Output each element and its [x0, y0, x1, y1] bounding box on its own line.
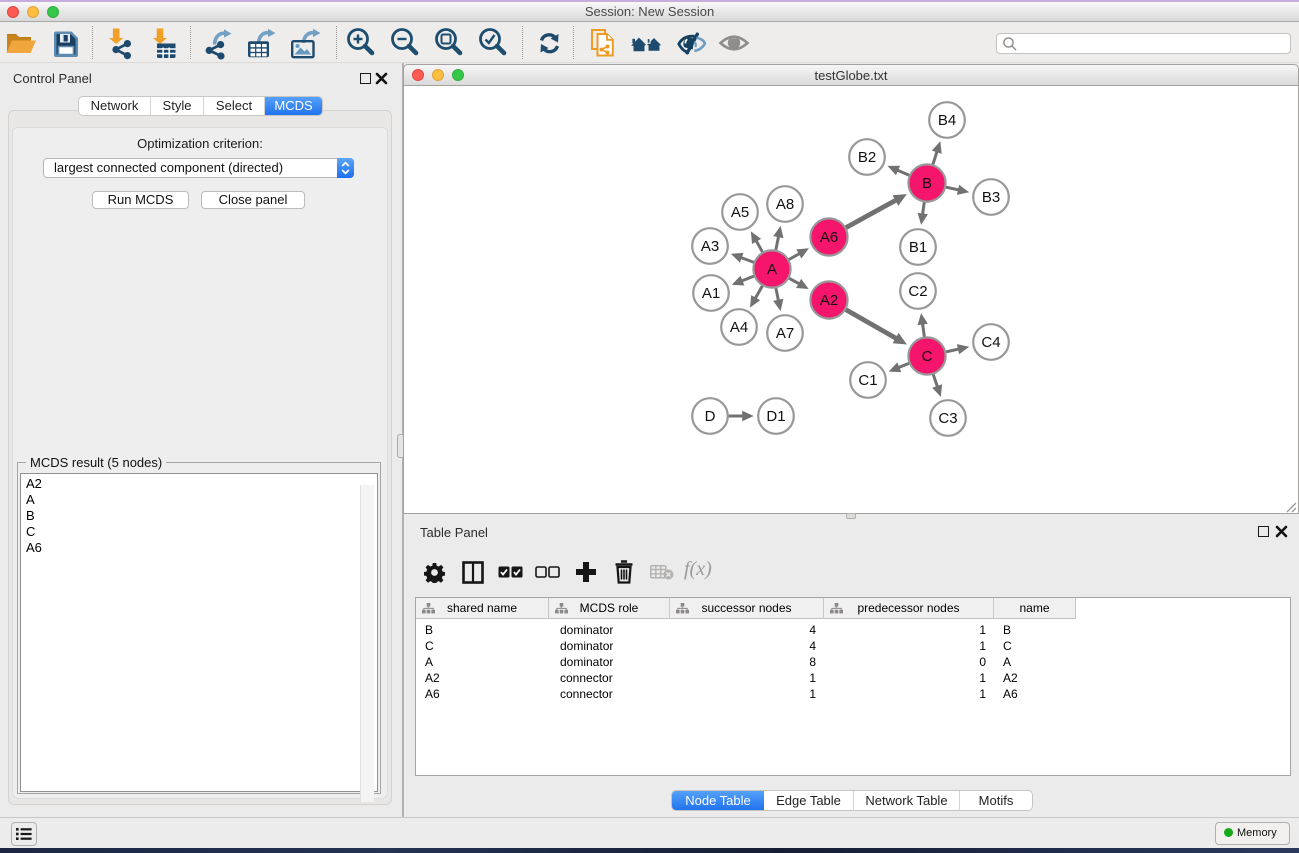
- svg-text:B2: B2: [858, 149, 876, 166]
- svg-text:B: B: [922, 175, 932, 192]
- svg-text:A: A: [767, 261, 777, 278]
- svg-text:A4: A4: [730, 319, 748, 336]
- svg-text:D: D: [705, 408, 716, 425]
- svg-text:C1: C1: [858, 372, 877, 389]
- svg-text:C2: C2: [908, 283, 927, 300]
- svg-text:A5: A5: [731, 204, 749, 221]
- svg-text:A2: A2: [820, 292, 838, 309]
- svg-text:B4: B4: [938, 112, 956, 129]
- svg-text:D1: D1: [766, 408, 785, 425]
- svg-text:C3: C3: [938, 410, 957, 427]
- svg-text:A7: A7: [776, 325, 794, 342]
- svg-text:C4: C4: [981, 334, 1000, 351]
- svg-text:A8: A8: [776, 196, 794, 213]
- svg-text:A1: A1: [702, 285, 720, 302]
- svg-text:C: C: [922, 348, 933, 365]
- svg-text:B1: B1: [909, 239, 927, 256]
- svg-text:A3: A3: [701, 238, 719, 255]
- svg-text:A6: A6: [820, 229, 838, 246]
- svg-text:B3: B3: [982, 189, 1000, 206]
